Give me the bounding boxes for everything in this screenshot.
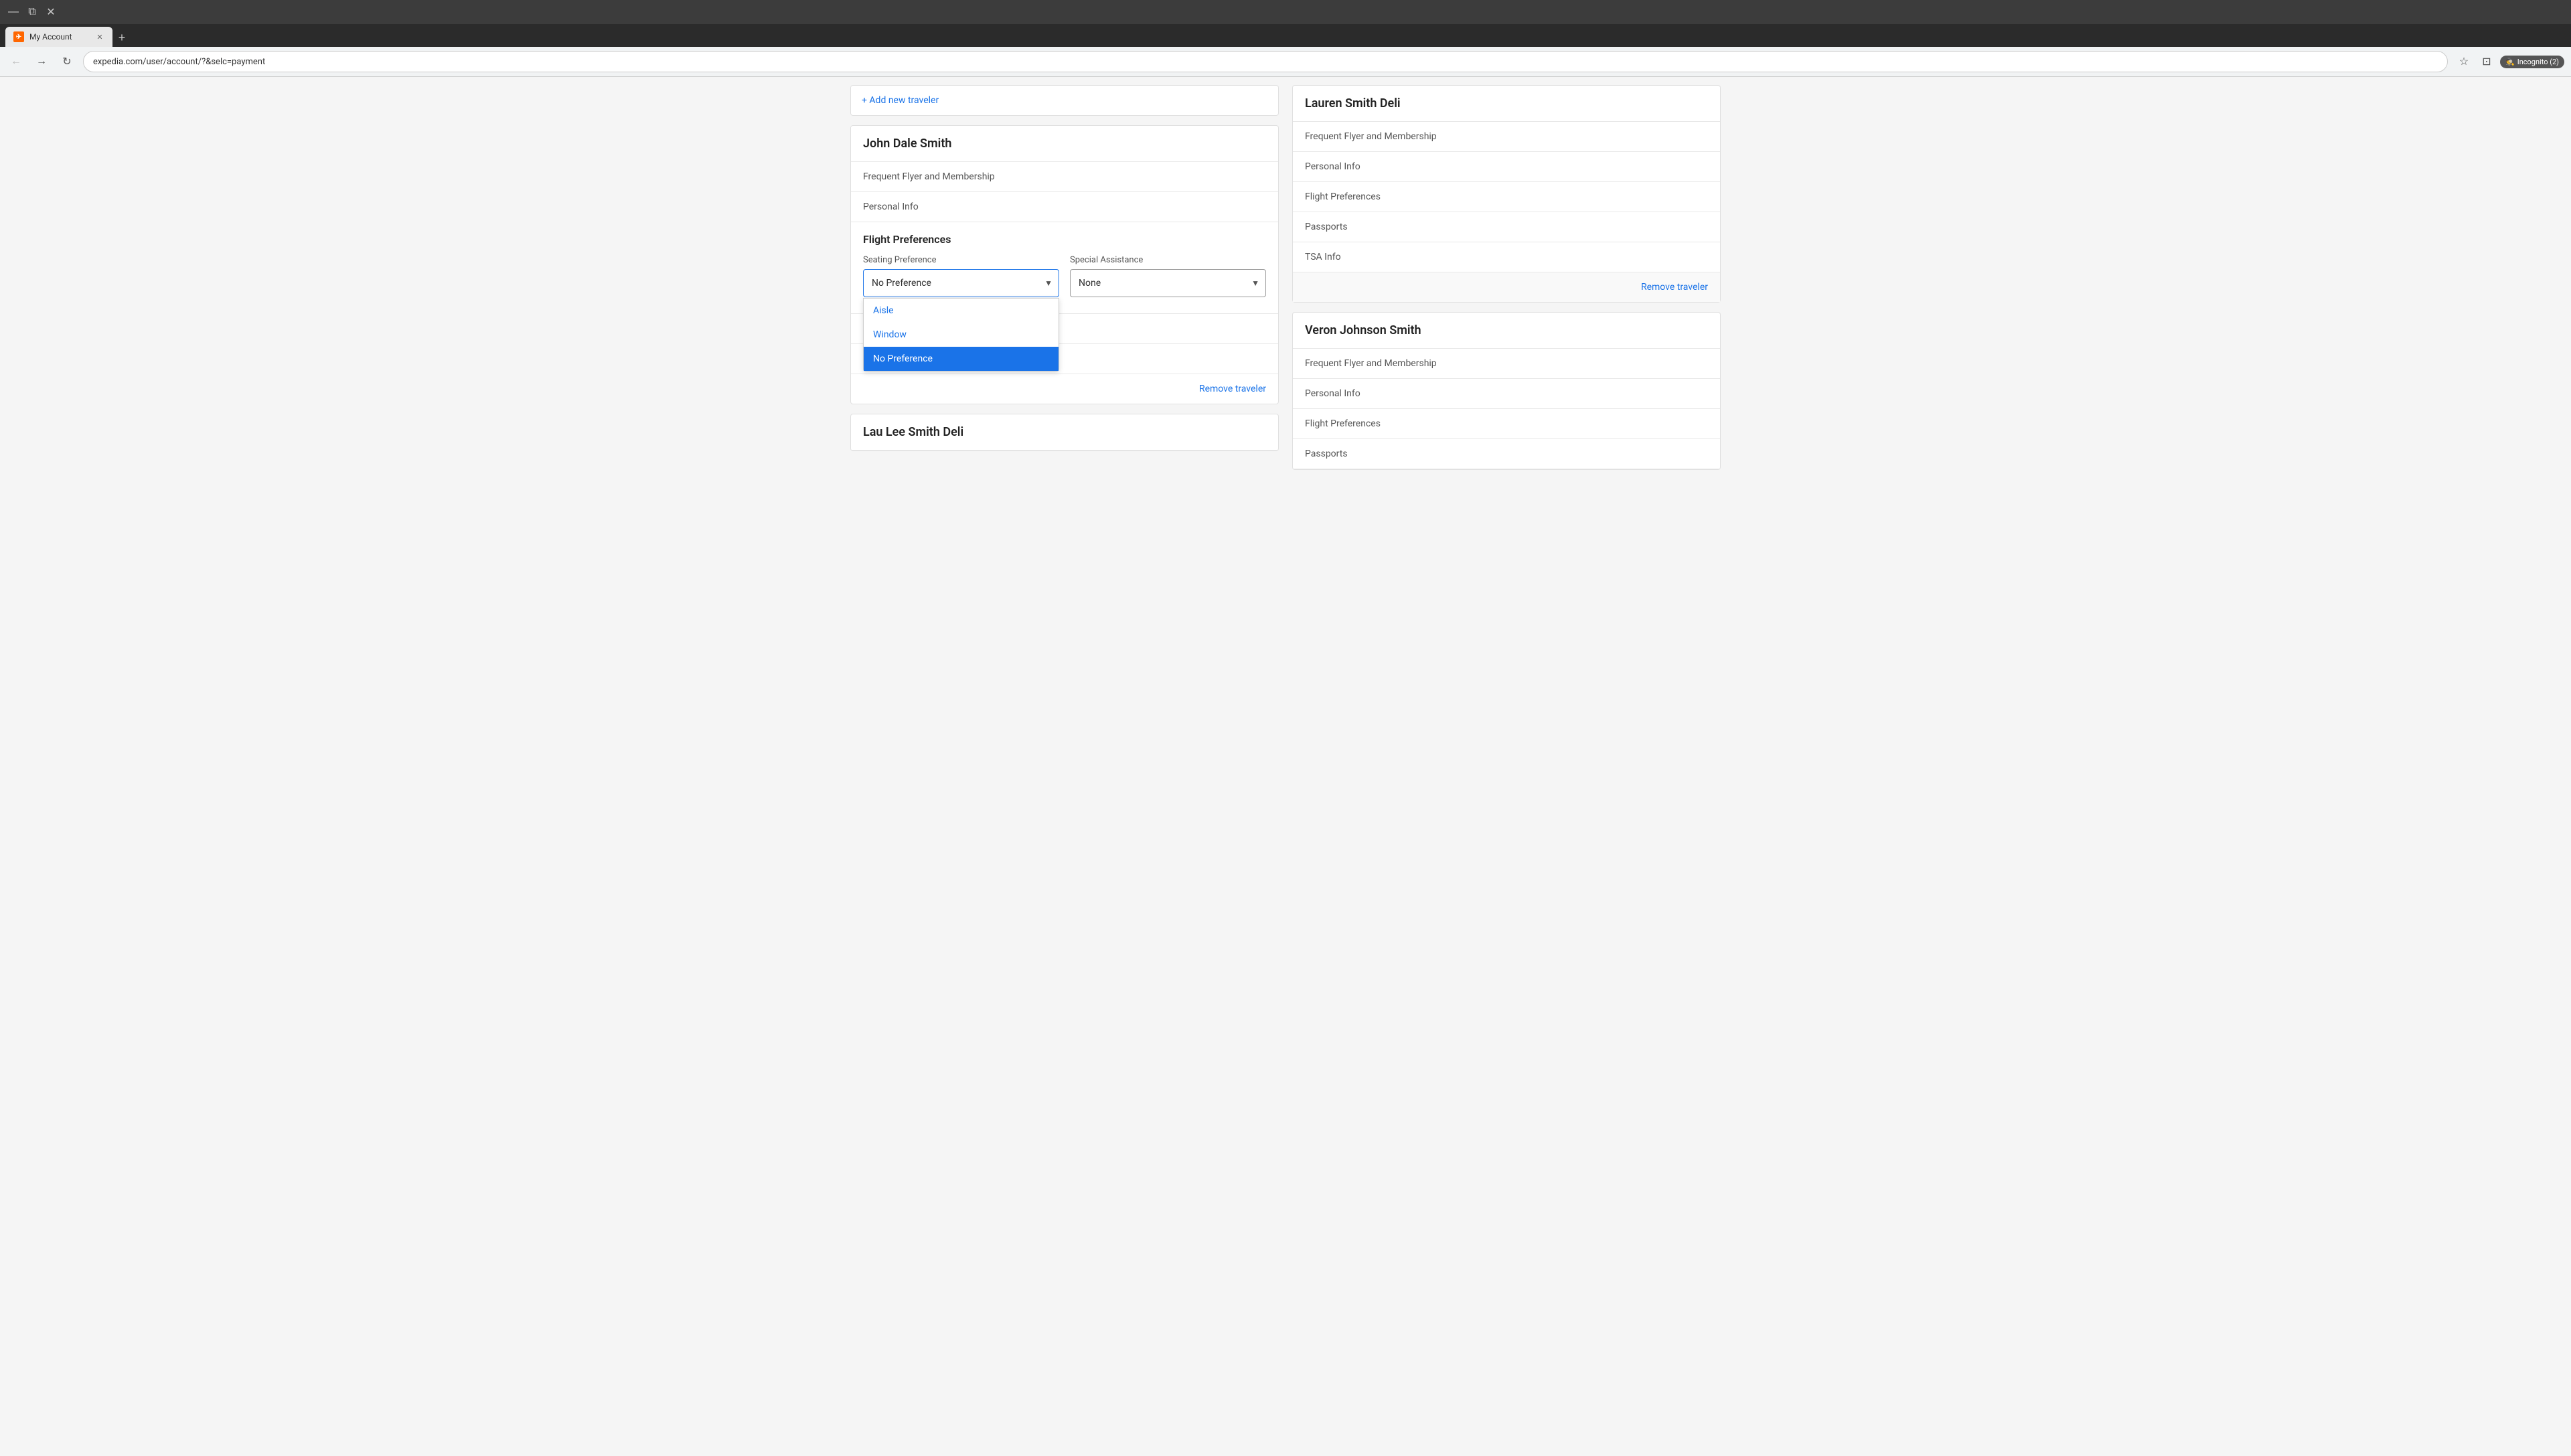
- traveler-card-veron: Veron Johnson Smith Frequent Flyer and M…: [1292, 312, 1721, 470]
- traveler-card-lau: Lau Lee Smith Deli: [850, 414, 1279, 451]
- special-selected-value: None: [1079, 278, 1101, 289]
- forward-button[interactable]: →: [32, 52, 51, 71]
- special-select-display[interactable]: None ▼: [1070, 269, 1266, 297]
- incognito-label: Incognito (2): [2517, 58, 2559, 66]
- back-button[interactable]: ←: [7, 52, 25, 71]
- special-chevron-icon: ▼: [1251, 278, 1259, 288]
- traveler-card-header-lau: Lau Lee Smith Deli: [851, 414, 1278, 451]
- traveler-name-lau: Lau Lee Smith Deli: [863, 425, 963, 439]
- seating-dropdown-menu: Aisle Window No Preference: [863, 298, 1059, 372]
- lauren-frequent-flyer[interactable]: Frequent Flyer and Membership: [1293, 122, 1720, 152]
- traveler-header-veron: Veron Johnson Smith: [1293, 313, 1720, 349]
- dropdown-item-window[interactable]: Window: [864, 323, 1059, 347]
- page-inner: + Add new traveler John Dale Smith Frequ…: [850, 85, 1721, 479]
- remove-traveler-link-john[interactable]: Remove traveler: [1199, 384, 1266, 394]
- traveler-name-veron: Veron Johnson Smith: [1305, 323, 1421, 337]
- lauren-passports[interactable]: Passports: [1293, 212, 1720, 242]
- prefs-row: Seating Preference No Preference ▼ Aisle: [863, 255, 1266, 297]
- special-label: Special Assistance: [1070, 255, 1266, 265]
- lauren-tsa[interactable]: TSA Info: [1293, 242, 1720, 272]
- remove-traveler-row-john: Remove traveler: [851, 374, 1278, 404]
- veron-passports[interactable]: Passports: [1293, 439, 1720, 469]
- lauren-personal-info[interactable]: Personal Info: [1293, 152, 1720, 182]
- traveler-name-john: John Dale Smith: [863, 137, 951, 151]
- maximize-button[interactable]: ⧉: [24, 4, 40, 20]
- veron-frequent-flyer[interactable]: Frequent Flyer and Membership: [1293, 349, 1720, 379]
- address-bar: ← → ↻ expedia.com/user/account/?&selc=pa…: [0, 47, 2571, 77]
- lauren-remove-row: Remove traveler: [1293, 272, 1720, 302]
- split-view-button[interactable]: ⊡: [2477, 52, 2496, 71]
- flight-prefs-section-john: Flight Preferences Seating Preference No…: [851, 222, 1278, 313]
- frequent-flyer-section-john[interactable]: Frequent Flyer and Membership: [851, 162, 1278, 192]
- url-text: expedia.com/user/account/?&selc=payment: [93, 57, 265, 67]
- tab-close-button[interactable]: ✕: [95, 32, 104, 42]
- minimize-button[interactable]: —: [5, 4, 21, 20]
- seating-label: Seating Preference: [863, 255, 1059, 265]
- seating-selected-value: No Preference: [872, 278, 931, 289]
- traveler-header-lauren: Lauren Smith Deli: [1293, 86, 1720, 122]
- seating-pref-group: Seating Preference No Preference ▼ Aisle: [863, 255, 1059, 297]
- special-assistance-group: Special Assistance None ▼: [1070, 255, 1266, 297]
- seating-select-display[interactable]: No Preference ▼: [863, 269, 1059, 297]
- reload-button[interactable]: ↻: [58, 52, 76, 71]
- lauren-flight-prefs[interactable]: Flight Preferences: [1293, 182, 1720, 212]
- close-button[interactable]: ✕: [43, 4, 59, 20]
- add-traveler-bar: + Add new traveler: [850, 85, 1279, 116]
- add-traveler-link[interactable]: + Add new traveler: [862, 95, 939, 106]
- left-column: + Add new traveler John Dale Smith Frequ…: [850, 85, 1279, 479]
- traveler-card-header-john: John Dale Smith: [851, 126, 1278, 162]
- incognito-badge[interactable]: 🕵 Incognito (2): [2500, 56, 2564, 68]
- bookmark-button[interactable]: ☆: [2455, 52, 2473, 71]
- personal-info-section-john[interactable]: Personal Info: [851, 192, 1278, 222]
- browser-chrome: — ⧉ ✕: [0, 0, 2571, 24]
- page-content: + Add new traveler John Dale Smith Frequ…: [0, 77, 2571, 1456]
- tab-favicon: ✈: [13, 31, 24, 42]
- browser-window-controls: — ⧉ ✕: [5, 4, 59, 20]
- traveler-name-lauren: Lauren Smith Deli: [1305, 96, 1401, 110]
- special-select[interactable]: None ▼: [1070, 269, 1266, 297]
- seating-select[interactable]: No Preference ▼ Aisle Window: [863, 269, 1059, 297]
- active-tab[interactable]: ✈ My Account ✕: [5, 27, 112, 47]
- veron-personal-info[interactable]: Personal Info: [1293, 379, 1720, 409]
- traveler-card-john: John Dale Smith Frequent Flyer and Membe…: [850, 125, 1279, 404]
- url-bar[interactable]: expedia.com/user/account/?&selc=payment: [83, 51, 2448, 72]
- tab-title: My Account: [29, 32, 90, 42]
- lauren-remove-link[interactable]: Remove traveler: [1641, 282, 1708, 293]
- address-actions: ☆ ⊡ 🕵 Incognito (2): [2455, 52, 2564, 71]
- traveler-card-lauren: Lauren Smith Deli Frequent Flyer and Mem…: [1292, 85, 1721, 303]
- new-tab-button[interactable]: +: [112, 28, 131, 47]
- dropdown-item-no-preference[interactable]: No Preference: [864, 347, 1059, 371]
- flight-prefs-title: Flight Preferences: [863, 233, 1266, 246]
- right-column: Lauren Smith Deli Frequent Flyer and Mem…: [1292, 85, 1721, 479]
- tab-bar: ✈ My Account ✕ +: [0, 24, 2571, 47]
- chevron-down-icon: ▼: [1044, 278, 1053, 288]
- veron-flight-prefs[interactable]: Flight Preferences: [1293, 409, 1720, 439]
- dropdown-item-aisle[interactable]: Aisle: [864, 299, 1059, 323]
